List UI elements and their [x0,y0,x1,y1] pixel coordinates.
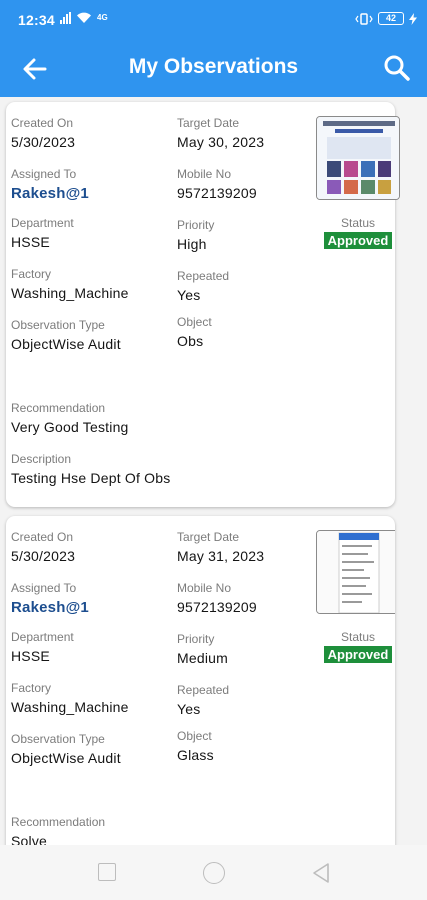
app-bar: My Observations [0,42,427,97]
status-bar: 12:34 4G 42 [0,0,427,42]
status-field: Status Approved [316,630,395,664]
factory-label: Factory [11,681,52,695]
created-on-value: 5/30/2023 [11,134,76,150]
observation-type-label: Observation Type [11,732,105,746]
target-date-label: Target Date [177,116,240,130]
department-label: Department [11,630,74,644]
status-time: 12:34 [18,12,55,28]
status-label: Status [340,630,376,644]
status-left-icons: 4G [60,12,108,24]
observation-type-label: Observation Type [11,318,105,332]
mobile-no-field: Mobile No 9572139209 [177,581,257,616]
target-date-value: May 31, 2023 [177,548,265,564]
observation-type-value: ObjectWise Audit [11,750,121,766]
object-value: Obs [177,333,204,349]
page-title: My Observations [128,55,299,78]
circle-icon[interactable] [203,862,225,884]
observation-image [317,117,399,199]
observation-card[interactable]: Created On 5/30/2023 Target Date May 31,… [6,516,395,861]
network-type-label: 4G [97,13,108,22]
factory-value: Washing_Machine [11,699,129,715]
assigned-to-value[interactable]: Rakesh@1 [11,599,89,616]
priority-label: Priority [177,218,215,232]
recommendation-value: Very Good Testing [11,419,129,435]
observation-type-field: Observation Type ObjectWise Audit [11,318,121,353]
assigned-to-label: Assigned To [11,167,77,181]
observation-image [317,531,395,613]
repeated-field: Repeated Yes [177,683,229,718]
description-value: Testing Hse Dept Of Obs [11,470,171,486]
status-label: Status [340,216,376,230]
assigned-to-field: Assigned To Rakesh@1 [11,581,89,616]
created-on-field: Created On 5/30/2023 [11,530,75,565]
repeated-field: Repeated Yes [177,269,229,304]
recommendation-label: Recommendation [11,815,106,829]
search-icon[interactable] [381,52,413,84]
observation-image-thumbnail[interactable] [316,116,400,200]
status-badge: Approved [323,232,393,249]
battery-icon: 42 [378,12,404,25]
target-date-field: Target Date May 30, 2023 [177,116,264,151]
charging-icon [409,12,417,25]
system-nav-bar [0,845,427,900]
department-value: HSSE [11,648,50,664]
department-field: Department HSSE [11,630,74,665]
observation-type-field: Observation Type ObjectWise Audit [11,732,121,767]
vibrate-icon [355,12,373,25]
department-field: Department HSSE [11,216,74,251]
repeated-label: Repeated [177,269,230,283]
priority-value: High [177,236,207,252]
signal-icon [60,12,71,24]
factory-field: Factory Washing_Machine [11,681,129,716]
observation-image-thumbnail[interactable] [316,530,395,614]
mobile-no-label: Mobile No [177,167,232,181]
created-on-value: 5/30/2023 [11,548,76,564]
priority-value: Medium [177,650,228,666]
factory-label: Factory [11,267,52,281]
description-label: Description [11,452,72,466]
department-value: HSSE [11,234,50,250]
battery-level: 42 [385,13,396,23]
factory-field: Factory Washing_Machine [11,267,129,302]
description-field: Description Testing Hse Dept Of Obs [11,452,170,487]
object-field: Object Glass [177,729,214,764]
repeated-label: Repeated [177,683,230,697]
priority-label: Priority [177,632,215,646]
status-badge: Approved [323,646,393,663]
recommendation-label: Recommendation [11,401,106,415]
repeated-value: Yes [177,701,201,717]
wifi-icon [77,12,91,23]
square-icon[interactable] [98,863,116,881]
object-field: Object Obs [177,315,212,350]
triangle-back-icon[interactable] [311,862,331,884]
object-label: Object [177,729,212,743]
created-on-field: Created On 5/30/2023 [11,116,75,151]
mobile-no-value: 9572139209 [177,185,257,201]
target-date-field: Target Date May 31, 2023 [177,530,264,565]
priority-field: Priority Medium [177,632,228,667]
priority-field: Priority High [177,218,214,253]
mobile-no-label: Mobile No [177,581,232,595]
target-date-label: Target Date [177,530,240,544]
assigned-to-field: Assigned To Rakesh@1 [11,167,89,202]
assigned-to-label: Assigned To [11,581,77,595]
mobile-no-field: Mobile No 9572139209 [177,167,257,202]
target-date-value: May 30, 2023 [177,134,265,150]
department-label: Department [11,216,74,230]
status-field: Status Approved [316,216,400,250]
object-value: Glass [177,747,214,763]
repeated-value: Yes [177,287,201,303]
status-right-icons: 42 [355,12,417,25]
object-label: Object [177,315,212,329]
observation-type-value: ObjectWise Audit [11,336,121,352]
assigned-to-value[interactable]: Rakesh@1 [11,185,89,202]
factory-value: Washing_Machine [11,285,129,301]
observation-card[interactable]: Created On 5/30/2023 Target Date May 30,… [6,102,400,507]
created-on-label: Created On [11,116,74,130]
recommendation-field: Recommendation Very Good Testing [11,401,129,436]
mobile-no-value: 9572139209 [177,599,257,615]
created-on-label: Created On [11,530,74,544]
